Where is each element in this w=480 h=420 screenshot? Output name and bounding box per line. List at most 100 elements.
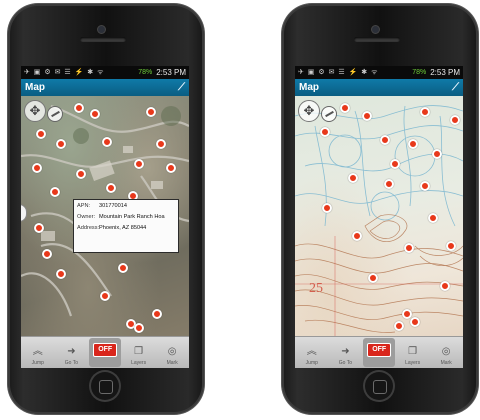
- parcel-marker[interactable]: [404, 243, 414, 253]
- phone-left: ✈ ▣ ⚙ ✉ ☰ ⚡ ✱ ᯤ 78% 2:53 PM Map ⟋ ✥ APN:…: [8, 4, 204, 414]
- parcel-marker[interactable]: [42, 249, 52, 259]
- page-title: Map: [299, 82, 319, 93]
- parcel-marker[interactable]: [74, 103, 84, 113]
- parcel-marker[interactable]: [156, 139, 166, 149]
- gps-signal-icon[interactable]: ⟋: [178, 82, 185, 93]
- battery-level: 78%: [138, 69, 153, 76]
- arrow-right-icon: ➜: [67, 346, 76, 357]
- parcel-marker[interactable]: [146, 107, 156, 117]
- parcel-marker[interactable]: [90, 109, 100, 119]
- parcel-marker[interactable]: [36, 129, 46, 139]
- home-button[interactable]: [365, 372, 393, 400]
- target-icon: ◎: [441, 346, 451, 357]
- status-bar: ✈ ▣ ⚙ ✉ ☰ ⚡ ✱ ᯤ 78% 2:53 PM: [21, 66, 189, 79]
- home-button[interactable]: [91, 372, 119, 400]
- parcel-marker[interactable]: [152, 309, 162, 319]
- parcel-marker[interactable]: [32, 163, 42, 173]
- parcel-info-popup[interactable]: APN: 301770014 Owner: Mountain Park Ranc…: [73, 199, 179, 253]
- pan-control-icon[interactable]: ✥: [24, 100, 46, 122]
- parcel-marker[interactable]: [446, 241, 456, 251]
- parcel-marker[interactable]: [432, 149, 442, 159]
- parcel-marker[interactable]: [368, 273, 378, 283]
- parcel-marker[interactable]: [134, 323, 144, 333]
- goto-button[interactable]: ➜ Go To: [55, 337, 89, 368]
- section-number: 25: [309, 281, 323, 296]
- clock: 2:53 PM: [156, 68, 186, 77]
- mark-label: Mark: [440, 360, 452, 366]
- parcel-marker[interactable]: [408, 139, 418, 149]
- compass-icon[interactable]: [321, 106, 337, 122]
- parcel-marker[interactable]: [348, 173, 358, 183]
- parcel-marker[interactable]: [428, 213, 438, 223]
- address-value: Phoenix, AZ 85044: [99, 224, 147, 231]
- parcel-marker[interactable]: [340, 103, 350, 113]
- pan-control-icon[interactable]: ✥: [298, 100, 320, 122]
- parcel-marker[interactable]: [440, 281, 450, 291]
- earpiece-speaker: [80, 37, 126, 42]
- parcel-marker[interactable]: [134, 159, 144, 169]
- parcel-marker[interactable]: [50, 187, 60, 197]
- bottom-toolbar: ︽ Jump ➜ Go To OFF ❐ Layers ◎ Mark: [295, 336, 463, 368]
- jump-button[interactable]: ︽ Jump: [295, 337, 329, 368]
- notification-icons: ✈ ▣ ⚙ ✉ ☰ ⚡ ✱ ᯤ: [298, 69, 379, 76]
- battery-level: 78%: [412, 69, 427, 76]
- map-view[interactable]: ✥ APN: 301770014 Owner: Mountain Park Ra…: [21, 96, 189, 336]
- layers-icon: ❐: [134, 346, 144, 357]
- title-bar: Map ⟋: [295, 79, 463, 96]
- page-title: Map: [25, 82, 45, 93]
- title-bar: Map ⟋: [21, 79, 189, 96]
- mark-label: Mark: [166, 360, 178, 366]
- parcel-marker[interactable]: [322, 203, 332, 213]
- double-chevron-up-icon: ︽: [306, 346, 317, 357]
- parcel-marker[interactable]: [56, 269, 66, 279]
- parcel-marker[interactable]: [166, 163, 176, 173]
- parcel-marker[interactable]: [380, 135, 390, 145]
- clock: 2:53 PM: [430, 68, 460, 77]
- jump-button[interactable]: ︽ Jump: [21, 337, 55, 368]
- parcel-marker[interactable]: [106, 183, 116, 193]
- mark-button[interactable]: ◎ Mark: [155, 337, 189, 368]
- parcel-marker[interactable]: [384, 179, 394, 189]
- parcel-marker[interactable]: [420, 181, 430, 191]
- layers-label: Layers: [131, 360, 147, 366]
- parcel-marker[interactable]: [56, 139, 66, 149]
- owner-value: Mountain Park Ranch Hoa: [99, 213, 165, 220]
- off-button[interactable]: OFF: [367, 343, 392, 357]
- jump-label: Jump: [305, 360, 318, 366]
- parcel-marker[interactable]: [390, 159, 400, 169]
- compass-icon[interactable]: [47, 106, 63, 122]
- bottom-toolbar: ︽ Jump ➜ Go To OFF ❐ Layers ◎ Mark: [21, 336, 189, 368]
- off-button[interactable]: OFF: [93, 343, 118, 357]
- parcel-marker[interactable]: [34, 223, 44, 233]
- layers-button[interactable]: ❐ Layers: [396, 337, 430, 368]
- parcel-marker[interactable]: [76, 169, 86, 179]
- layers-button[interactable]: ❐ Layers: [122, 337, 156, 368]
- app-screenshot: ✈ ▣ ⚙ ✉ ☰ ⚡ ✱ ᯤ 78% 2:53 PM Map ⟋ ✥ APN:…: [0, 0, 480, 420]
- double-chevron-up-icon: ︽: [32, 346, 43, 357]
- goto-button[interactable]: ➜ Go To: [329, 337, 363, 368]
- target-icon: ◎: [167, 346, 177, 357]
- mark-button[interactable]: ◎ Mark: [429, 337, 463, 368]
- address-label: Address:: [77, 224, 100, 231]
- gps-signal-icon[interactable]: ⟋: [452, 82, 459, 93]
- screen-left: ✈ ▣ ⚙ ✉ ☰ ⚡ ✱ ᯤ 78% 2:53 PM Map ⟋ ✥ APN:…: [21, 66, 189, 368]
- screen-right: ✈ ▣ ⚙ ✉ ☰ ⚡ ✱ ᯤ 78% 2:53 PM Map ⟋ ✥ 25 ︽…: [295, 66, 463, 368]
- parcel-marker[interactable]: [394, 321, 404, 331]
- status-bar: ✈ ▣ ⚙ ✉ ☰ ⚡ ✱ ᯤ 78% 2:53 PM: [295, 66, 463, 79]
- parcel-marker[interactable]: [100, 291, 110, 301]
- parcel-marker[interactable]: [410, 317, 420, 327]
- tracking-toggle[interactable]: OFF: [362, 337, 396, 368]
- map-view[interactable]: ✥ 25: [295, 96, 463, 336]
- parcel-marker[interactable]: [320, 127, 330, 137]
- parcel-marker[interactable]: [362, 111, 372, 121]
- parcel-marker[interactable]: [420, 107, 430, 117]
- parcel-marker[interactable]: [118, 263, 128, 273]
- layers-icon: ❐: [408, 346, 418, 357]
- jump-label: Jump: [31, 360, 44, 366]
- parcel-marker[interactable]: [450, 115, 460, 125]
- earpiece-speaker: [354, 37, 400, 42]
- parcel-marker[interactable]: [102, 137, 112, 147]
- front-camera: [98, 26, 105, 33]
- parcel-marker[interactable]: [352, 231, 362, 241]
- tracking-toggle[interactable]: OFF: [88, 337, 122, 368]
